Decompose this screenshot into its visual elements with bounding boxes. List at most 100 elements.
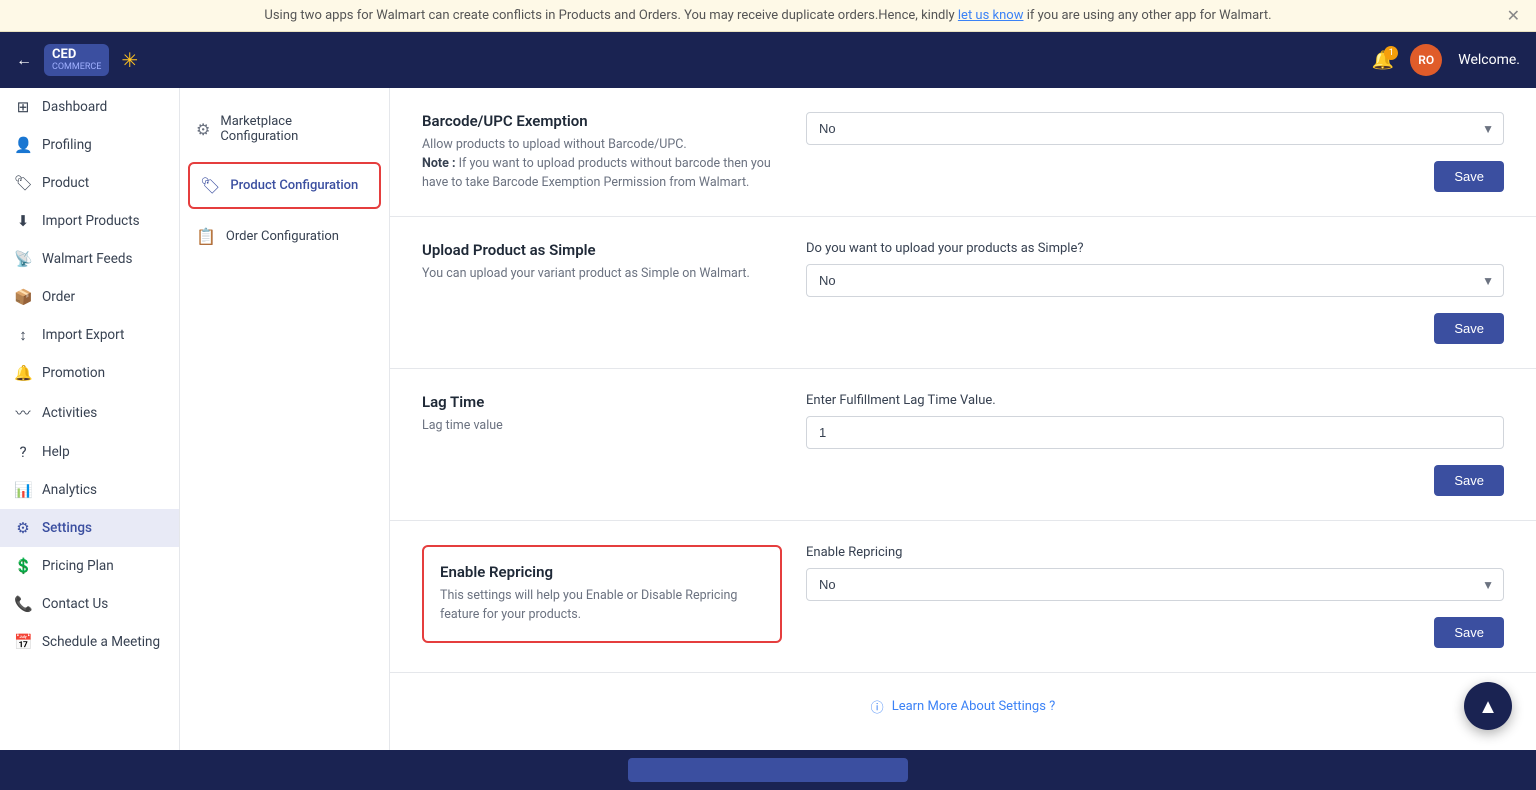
- sub-sidebar-item-product-config[interactable]: 🏷Product Configuration: [188, 162, 381, 209]
- sidebar-item-help[interactable]: ?Help: [0, 433, 179, 471]
- sidebar-label-order: Order: [42, 289, 75, 305]
- layout: ⊞Dashboard👤Profiling 🏷 Product ⬇Import Prod…: [0, 88, 1536, 750]
- section-left-barcode: Barcode/UPC Exemption Allow products to …: [422, 112, 782, 192]
- sidebar-icon-product: 🏷: [14, 174, 32, 192]
- notification-close-button[interactable]: ✕: [1507, 6, 1520, 26]
- save-button-upload-simple[interactable]: Save: [1434, 313, 1504, 344]
- sidebar-icon-import-export: ↕: [14, 326, 32, 344]
- learn-more-text: Learn More About Settings ?: [892, 699, 1056, 714]
- logo-text-line1: CED: [52, 48, 101, 62]
- notification-bell-icon[interactable]: 🔔 1: [1372, 50, 1394, 71]
- section-desc-prefix-barcode: Allow products to upload without Barcode…: [422, 137, 687, 152]
- save-row-repricing: Save: [806, 617, 1504, 648]
- sidebar-label-contact-us: Contact Us: [42, 596, 108, 612]
- section-title-barcode: Barcode/UPC Exemption: [422, 112, 782, 130]
- sidebar-item-import-export[interactable]: ↕Import Export: [0, 316, 179, 354]
- sub-sidebar-item-order-config[interactable]: 📋 Order Configuration: [180, 213, 389, 260]
- header-right: 🔔 1 RO Welcome.: [1372, 44, 1520, 76]
- sidebar-label-promotion: Promotion: [42, 365, 105, 381]
- sidebar-label-product: Product: [42, 175, 89, 191]
- settings-section-repricing: Enable Repricing This settings will help…: [390, 521, 1536, 673]
- bell-badge: 1: [1384, 46, 1398, 60]
- notification-bar: Using two apps for Walmart can create co…: [0, 0, 1536, 32]
- save-row-lag-time: Save: [806, 465, 1504, 496]
- sidebar-icon-help: ?: [14, 443, 32, 461]
- sidebar-item-profiling[interactable]: 👤Profiling: [0, 126, 179, 164]
- section-desc-upload-simple: You can upload your variant product as S…: [422, 266, 750, 281]
- sub-sidebar-icon-order-config: 📋: [196, 227, 216, 246]
- select-field-repricing[interactable]: NoYes: [806, 568, 1504, 601]
- sidebar-label-walmart-feeds: Walmart Feeds: [42, 251, 132, 267]
- sidebar-item-dashboard[interactable]: ⊞Dashboard: [0, 88, 179, 126]
- section-right-label-upload-simple: Do you want to upload your products as S…: [806, 241, 1504, 256]
- sidebar-icon-order: 📦: [14, 288, 32, 306]
- section-left-upload-simple: Upload Product as Simple You can upload …: [422, 241, 782, 344]
- select-field-upload-simple[interactable]: NoYes: [806, 264, 1504, 297]
- sidebar-item-analytics[interactable]: 📊 Analytics: [0, 471, 179, 509]
- sub-sidebar-label-order-config: Order Configuration: [226, 229, 339, 244]
- sidebar-icon-analytics: 📊: [14, 481, 32, 499]
- notification-text-after: if you are using any other app for Walma…: [1027, 8, 1272, 23]
- save-button-barcode[interactable]: Save: [1434, 161, 1504, 192]
- section-right-repricing: Enable Repricing NoYes ▼ Save: [806, 545, 1504, 648]
- save-button-repricing[interactable]: Save: [1434, 617, 1504, 648]
- sidebar-item-schedule-meeting[interactable]: 📅Schedule a Meeting: [0, 623, 179, 661]
- sub-sidebar-item-marketplace-config[interactable]: ⚙Marketplace Configuration: [180, 100, 389, 158]
- walmart-star-icon: ✳: [121, 48, 138, 72]
- logo-text-line2: COMMERCE: [52, 62, 101, 72]
- sidebar-label-activities: Activities: [42, 405, 97, 421]
- notification-link[interactable]: let us know: [958, 8, 1024, 23]
- sidebar-icon-contact-us: 📞: [14, 595, 32, 613]
- input-field-lag-time[interactable]: [806, 416, 1504, 449]
- sidebar-item-contact-us[interactable]: 📞 Contact Us: [0, 585, 179, 623]
- save-button-lag-time[interactable]: Save: [1434, 465, 1504, 496]
- section-right-barcode: NoYes ▼ Save: [806, 112, 1504, 192]
- sub-sidebar-label-marketplace-config: Marketplace Configuration: [220, 114, 373, 144]
- section-left-repricing: Enable Repricing This settings will help…: [422, 545, 782, 648]
- sidebar-label-analytics: Analytics: [42, 482, 97, 498]
- sub-sidebar-label-product-config: Product Configuration: [230, 178, 358, 193]
- select-wrapper-repricing: NoYes ▼: [806, 568, 1504, 601]
- section-desc-wrap-upload-simple: You can upload your variant product as S…: [422, 265, 782, 284]
- sidebar-item-settings[interactable]: ⚙Settings: [0, 509, 179, 547]
- sidebar-item-import-products[interactable]: ⬇Import Products: [0, 202, 179, 240]
- settings-section-lag-time: Lag Time Lag time value Enter Fulfillmen…: [390, 369, 1536, 521]
- settings-section-upload-simple: Upload Product as Simple You can upload …: [390, 217, 1536, 369]
- sidebar-item-walmart-feeds[interactable]: 📡 Walmart Feeds: [0, 240, 179, 278]
- learn-more-link[interactable]: ⓘ Learn More About Settings ?: [390, 673, 1536, 740]
- section-desc-wrap-barcode: Allow products to upload without Barcode…: [422, 136, 782, 192]
- header-left: ← CED COMMERCE ✳: [16, 44, 138, 76]
- select-field-barcode[interactable]: NoYes: [806, 112, 1504, 145]
- sidebar-item-product[interactable]: 🏷 Product: [0, 164, 179, 202]
- section-note-label-barcode: Note :: [422, 156, 459, 171]
- sub-sidebar: ⚙Marketplace Configuration🏷Product Confi…: [180, 88, 390, 750]
- sidebar-item-promotion[interactable]: 🔔 Promotion: [0, 354, 179, 392]
- section-right-label-lag-time: Enter Fulfillment Lag Time Value.: [806, 393, 1504, 408]
- help-circle-icon: ⓘ: [871, 697, 884, 716]
- header: ← CED COMMERCE ✳ 🔔 1 RO Welcome.: [0, 32, 1536, 88]
- sidebar-item-order[interactable]: 📦 Order: [0, 278, 179, 316]
- select-wrapper-barcode: NoYes ▼: [806, 112, 1504, 145]
- notification-text: Using two apps for Walmart can create co…: [264, 8, 957, 23]
- sidebar-icon-settings: ⚙: [14, 519, 32, 537]
- sidebar-icon-import-products: ⬇: [14, 212, 32, 230]
- main-content: ⚙Marketplace Configuration🏷Product Confi…: [180, 88, 1536, 750]
- section-note-text-barcode: If you want to upload products without b…: [422, 156, 771, 190]
- sidebar-label-profiling: Profiling: [42, 137, 92, 153]
- sidebar-item-pricing-plan[interactable]: 💲Pricing Plan: [0, 547, 179, 585]
- sidebar-icon-walmart-feeds: 📡: [14, 250, 32, 268]
- back-arrow-icon[interactable]: ←: [16, 50, 32, 70]
- content-area: Barcode/UPC Exemption Allow products to …: [390, 88, 1536, 750]
- sidebar-item-activities[interactable]: 〰 Activities: [0, 392, 179, 433]
- sidebar-icon-activities: 〰: [14, 402, 32, 423]
- sidebar-label-dashboard: Dashboard: [42, 99, 107, 115]
- section-title-lag-time: Lag Time: [422, 393, 782, 411]
- sidebar-icon-pricing-plan: 💲: [14, 557, 32, 575]
- save-row-barcode: Save: [806, 161, 1504, 192]
- chat-button[interactable]: ▲: [1464, 682, 1512, 730]
- highlighted-section-repricing: Enable Repricing This settings will help…: [422, 545, 782, 643]
- section-desc-wrap-lag-time: Lag time value: [422, 417, 782, 436]
- save-row-upload-simple: Save: [806, 313, 1504, 344]
- sidebar-icon-promotion: 🔔: [14, 364, 32, 382]
- settings-section-barcode: Barcode/UPC Exemption Allow products to …: [390, 88, 1536, 217]
